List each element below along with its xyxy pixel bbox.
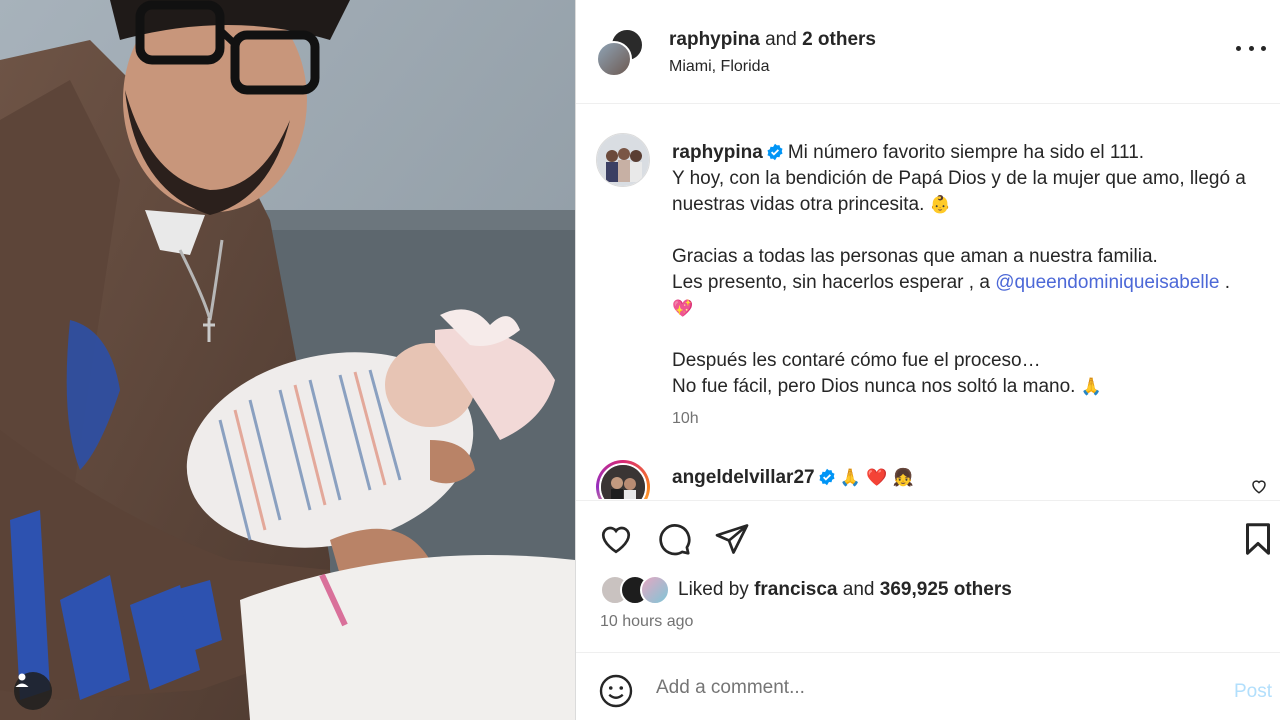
verified-badge-icon	[819, 468, 835, 486]
action-bar	[576, 500, 1280, 580]
comment-username[interactable]: angeldelvillar27	[672, 467, 815, 488]
collab-avatars[interactable]	[596, 28, 648, 80]
avatar-image	[601, 465, 645, 499]
post-comment-button[interactable]: Post	[1234, 681, 1272, 703]
liker-avatars	[600, 575, 674, 605]
likes-prefix: Liked by	[678, 579, 749, 600]
like-heart-icon[interactable]	[598, 521, 634, 557]
likes-text[interactable]: Liked by francisca and 369,925 others	[678, 579, 1012, 601]
photo-illustration	[0, 0, 575, 720]
post-time[interactable]: 10 hours ago	[600, 613, 693, 631]
caption-line-4: Gracias a todas las personas que aman a …	[672, 246, 1158, 267]
save-bookmark-icon[interactable]	[1240, 521, 1276, 557]
add-comment-bar: Post	[576, 652, 1280, 720]
caption-avatar[interactable]	[596, 133, 650, 187]
dot-icon	[1248, 45, 1254, 51]
comments-section[interactable]: raphypina Mi número favorito siempre ha s…	[576, 105, 1280, 499]
likes-and: and	[842, 579, 875, 600]
post-header: raphypina and 2 others Miami, Florida	[576, 0, 1280, 104]
pray-emoji: 🙏	[1080, 377, 1102, 397]
avatar-image	[597, 134, 649, 186]
baby-emoji: 👶	[929, 195, 951, 215]
avatar	[596, 41, 632, 77]
dot-icon	[1236, 45, 1241, 51]
caption-line-7: No fue fácil, pero Dios nunca nos soltó …	[672, 376, 1076, 397]
header-and: and	[765, 29, 797, 50]
post-photo[interactable]	[0, 0, 575, 720]
person-icon	[15, 673, 29, 687]
location-link[interactable]: Miami, Florida	[669, 58, 876, 76]
caption-line-2: Y hoy, con la bendición de Papá Dios y d…	[672, 168, 1246, 189]
share-paper-plane-icon[interactable]	[714, 521, 750, 557]
header-username[interactable]: raphypina	[669, 29, 760, 50]
header-text: raphypina and 2 others Miami, Florida	[669, 29, 876, 76]
caption-line-6: Después les contaré cómo fue el proceso…	[672, 350, 1041, 371]
likes-summary: Liked by francisca and 369,925 others	[600, 575, 1012, 605]
comment-like-heart-icon[interactable]	[1250, 477, 1268, 495]
likes-user[interactable]: francisca	[754, 579, 837, 600]
instagram-post: raphypina and 2 others Miami, Florida ra…	[0, 0, 1280, 720]
comment-input[interactable]	[656, 677, 1196, 699]
comment-bubble-icon[interactable]	[656, 521, 692, 557]
caption-time[interactable]: 10h	[672, 406, 1276, 432]
avatar	[640, 575, 670, 605]
caption-username[interactable]: raphypina	[672, 142, 763, 163]
comment-emojis: 🙏 ❤️ 👧	[839, 468, 914, 488]
caption-line-1: Mi número favorito siempre ha sido el 11…	[787, 142, 1145, 163]
heart-emoji: 💖	[672, 299, 694, 319]
comment-text: angeldelvillar27 🙏 ❤️ 👧	[672, 467, 914, 489]
caption-period: .	[1224, 272, 1230, 293]
emoji-smiley-icon[interactable]	[598, 673, 634, 709]
caption-line-5: Les presento, sin hacerlos esperar , a	[672, 272, 990, 293]
comment-avatar[interactable]	[596, 460, 650, 499]
post-caption: raphypina Mi número favorito siempre ha s…	[672, 140, 1276, 432]
dot-icon	[1261, 45, 1266, 51]
post-details-panel: raphypina and 2 others Miami, Florida ra…	[575, 0, 1280, 720]
verified-badge-icon	[767, 143, 783, 161]
header-collab-count[interactable]: 2 others	[802, 29, 876, 50]
mention-link[interactable]: @queendominiqueisabelle	[995, 272, 1219, 293]
likes-count[interactable]: 369,925 others	[880, 579, 1012, 600]
more-options-button[interactable]	[1236, 38, 1266, 58]
tagged-users-button[interactable]	[14, 672, 52, 710]
caption-line-3: nuestras vidas otra princesita.	[672, 194, 925, 215]
